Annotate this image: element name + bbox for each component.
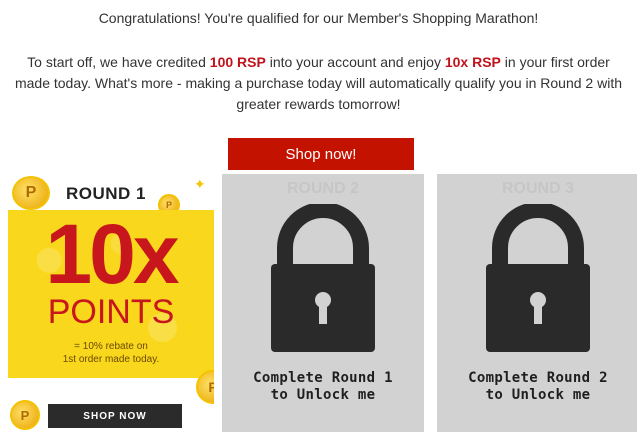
round1-shop-now-button[interactable]: SHOP NOW [48,404,182,428]
intro-text: To start off, we have credited 100 RSP i… [10,52,627,115]
round3-lock-text: Complete Round 2 to Unlock me [437,370,637,404]
round3-locked-card: ROUND 3 Complete Round 2 to Unlock me [437,174,637,432]
round2-locked-card: ROUND 2 Complete Round 1 to Unlock me [222,174,424,432]
round2-line1: Complete Round 1 [253,370,393,386]
lock-icon [271,204,375,352]
round2-line2: to Unlock me [270,387,376,403]
round1-sub-line1: = 10% rebate on [74,341,148,352]
round1-card[interactable]: P ROUND 1 P ✦ 10x POINTS = 10% rebate on… [8,174,214,432]
intro-part1: To start off, we have credited [27,54,210,70]
round1-multiplier: 10x [45,207,179,301]
round3-line1: Complete Round 2 [468,370,608,386]
lock-icon [486,204,590,352]
round2-ghost-title: ROUND 2 [286,180,359,197]
multiplier-highlight: 10x RSP [444,54,501,70]
round1-points: POINTS [47,293,175,331]
shop-now-button[interactable]: Shop now! [228,138,414,170]
round3-line2: to Unlock me [485,387,591,403]
round2-lock-text: Complete Round 1 to Unlock me [222,370,424,404]
headline: Congratulations! You're qualified for ou… [98,10,539,26]
coin-icon: P [10,400,40,430]
intro-part2: into your account and enjoy [265,54,445,70]
sparkle-icon: ✦ [194,176,206,192]
credit-amount: 100 RSP [209,54,266,70]
coin-icon: P [12,176,50,210]
round1-title: ROUND 1 [66,184,147,203]
round1-sub-line2: 1st order made today. [62,354,160,365]
round1-subtext: = 10% rebate on 1st order made today. [8,340,214,366]
round1-banner: 10x POINTS = 10% rebate on 1st order mad… [8,210,214,378]
round3-ghost-title: ROUND 3 [501,180,574,197]
